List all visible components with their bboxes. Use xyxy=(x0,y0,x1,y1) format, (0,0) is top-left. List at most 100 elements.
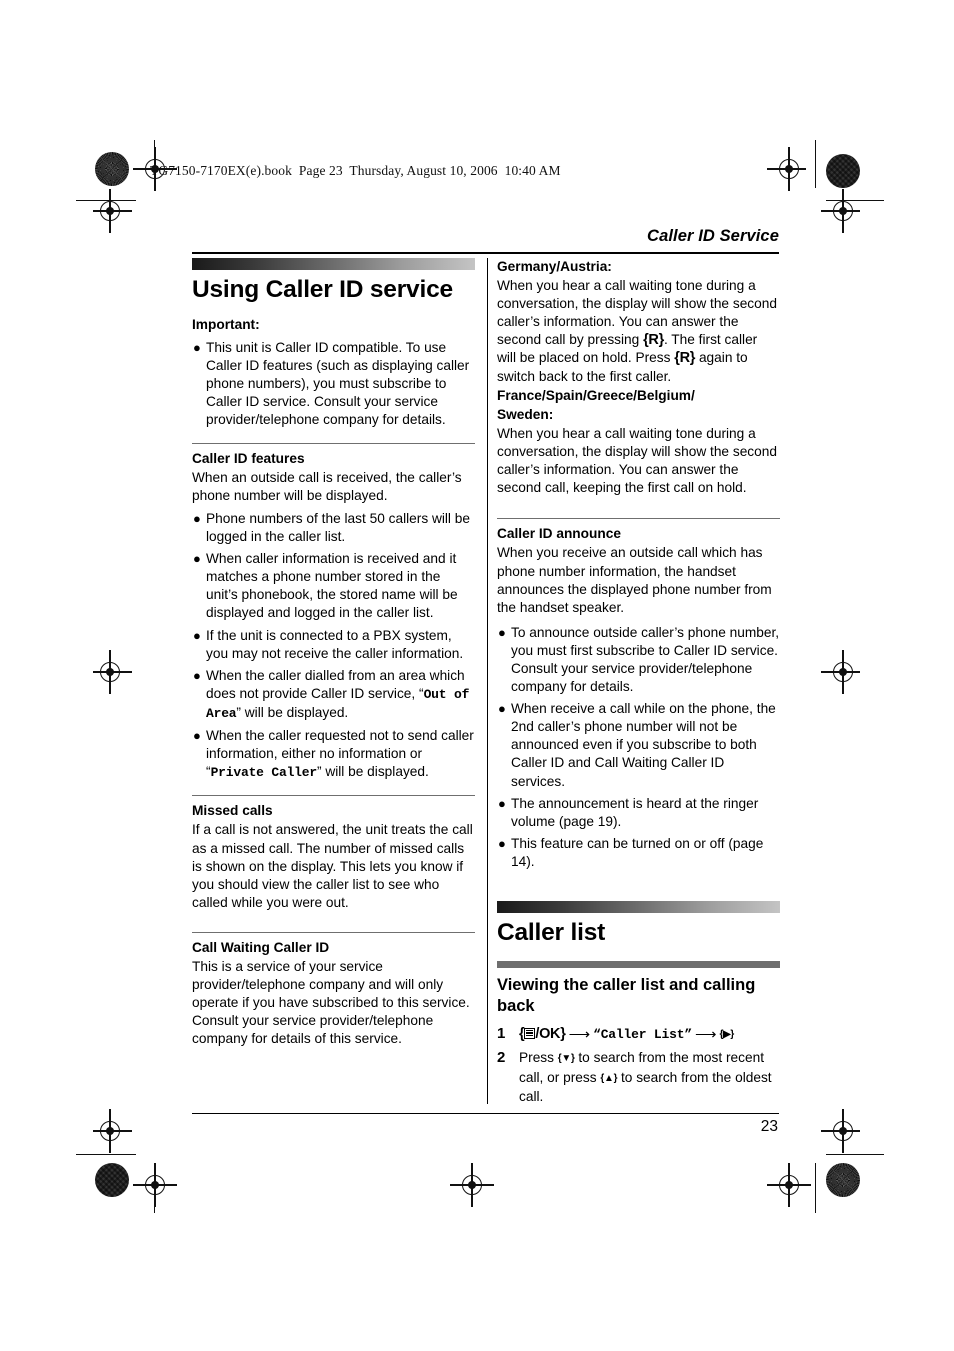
caller-list-subsection-title: Viewing the caller list and calling back xyxy=(497,976,756,1015)
important-heading: Important: xyxy=(192,317,260,332)
list-item: ● When the caller dialled from an area w… xyxy=(192,667,475,723)
registration-mark-bottom-right xyxy=(767,1163,811,1207)
header-rule xyxy=(192,252,779,254)
registration-mark-top-right xyxy=(767,147,806,191)
ok-key-label: /OK} xyxy=(535,1026,566,1042)
caller-id-features-intro: When an outside call is received, the ca… xyxy=(192,469,462,503)
important-bullet-list: ● This unit is Caller ID compatible. To … xyxy=(192,339,475,429)
subsection-bar xyxy=(497,961,780,968)
registration-mark-right-lower xyxy=(821,1109,860,1153)
list-item: ● When caller information is received an… xyxy=(192,550,475,622)
caller-id-announce-bullet-list: ● To announce outside caller’s phone num… xyxy=(497,624,780,871)
bullet-icon: ● xyxy=(498,624,506,640)
list-item-text: When receive a call while on the phone, … xyxy=(511,701,776,789)
france-group-body: When you hear a call waiting tone during… xyxy=(497,425,777,496)
list-item: ● When the caller requested not to send … xyxy=(192,727,475,782)
france-group-heading-line2: Sweden: xyxy=(497,406,554,422)
list-item: ● This feature can be turned on or off (… xyxy=(497,835,780,871)
footer-rule xyxy=(192,1113,779,1115)
book-file-info-line: TG7150-7170EX(e).book Page 23 Thursday, … xyxy=(150,163,561,178)
caller-id-announce-intro: When you receive an outside call which h… xyxy=(497,545,772,615)
germany-austria-body: When you hear a call waiting tone during… xyxy=(497,277,780,386)
halftone-circle-top-right xyxy=(826,154,860,188)
crop-line-top-right-vertical xyxy=(815,140,817,188)
france-group-heading-line1: France/Spain/Greece/Belgium/ xyxy=(497,387,695,403)
menu-icon xyxy=(524,1028,536,1039)
down-navigation-key: {▼} xyxy=(557,1053,575,1065)
list-item: ● To announce outside caller’s phone num… xyxy=(497,624,780,696)
bullet-icon: ● xyxy=(498,701,506,717)
call-waiting-caller-id-body: This is a service of your service provid… xyxy=(192,959,470,1047)
column-divider xyxy=(487,258,489,1104)
step-2-pre: Press xyxy=(519,1050,558,1066)
registration-mark-left-middle xyxy=(93,650,132,694)
arrow-right-icon-1: ⟶ xyxy=(568,1026,591,1043)
list-item-text-post: ” will be displayed. xyxy=(316,764,429,780)
up-navigation-key: {▲} xyxy=(600,1072,618,1084)
halftone-circle-bottom-left xyxy=(95,1163,129,1197)
registration-mark-left-upper xyxy=(93,189,132,233)
section-rule xyxy=(192,795,475,797)
menu-item-caller-list: Caller List xyxy=(600,1027,685,1042)
bullet-icon: ● xyxy=(193,667,201,683)
list-item: ● The announcement is heard at the ringe… xyxy=(497,795,780,831)
section-rule xyxy=(497,518,780,520)
registration-mark-right-upper xyxy=(821,189,860,233)
bullet-icon: ● xyxy=(193,510,201,526)
step-2: 2 Press {▼} to search from the most rece… xyxy=(497,1049,780,1106)
page-number: 23 xyxy=(760,1118,778,1135)
list-item: ● Phone numbers of the last 50 callers w… xyxy=(192,510,475,546)
list-item-text: This feature can be turned on or off (pa… xyxy=(511,835,764,869)
key-r-1: {R} xyxy=(643,332,664,349)
left-column: Using Caller ID service Important: ● Thi… xyxy=(192,258,475,1049)
list-item-text: The announcement is heard at the ringer … xyxy=(511,795,759,829)
bullet-icon: ● xyxy=(193,551,201,567)
caller-id-announce-heading: Caller ID announce xyxy=(497,526,621,542)
crop-line-bottom-right-horizontal xyxy=(826,1154,884,1156)
step-1: 1 {/OK} ⟶ “Caller List” ⟶ {▶} xyxy=(497,1025,780,1044)
list-item-text: Phone numbers of the last 50 callers wil… xyxy=(206,510,471,545)
missed-calls-heading: Missed calls xyxy=(192,803,273,819)
registration-mark-bottom-left xyxy=(133,1163,177,1207)
bullet-icon: ● xyxy=(193,727,201,743)
step-number: 2 xyxy=(497,1049,506,1067)
quote-close: ” xyxy=(684,1027,692,1042)
crop-line-bottom-right-vertical xyxy=(815,1163,817,1213)
list-item-text: If the unit is connected to a PBX system… xyxy=(206,627,464,661)
list-item: ● If the unit is connected to a PBX syst… xyxy=(192,627,475,663)
section-rule xyxy=(192,931,475,933)
arrow-right-icon-2: ⟶ xyxy=(694,1026,717,1043)
section-rule xyxy=(192,442,475,444)
caller-list-gradient-bar xyxy=(497,901,780,913)
registration-mark-left-lower xyxy=(93,1109,132,1153)
list-item-text: To announce outside caller’s phone numbe… xyxy=(511,624,780,695)
running-head: Caller ID Service xyxy=(647,227,779,245)
step-number: 1 xyxy=(497,1025,506,1042)
halftone-circle-top-left xyxy=(95,152,129,186)
bullet-icon: ● xyxy=(498,835,506,851)
call-waiting-caller-id-heading: Call Waiting Caller ID xyxy=(192,940,330,955)
right-column: Germany/Austria: When you hear a call wa… xyxy=(497,258,780,1112)
list-item-text: This unit is Caller ID compatible. To us… xyxy=(206,340,470,428)
registration-mark-right-middle xyxy=(821,650,860,694)
list-item: ● This unit is Caller ID compatible. To … xyxy=(192,339,475,429)
caller-id-features-heading: Caller ID features xyxy=(192,450,305,466)
page-title: Using Caller ID service xyxy=(192,276,453,303)
section-gradient-bar xyxy=(192,258,475,270)
bullet-icon: ● xyxy=(498,795,506,811)
list-item-text: When caller information is received and … xyxy=(206,551,458,621)
list-item: ● When receive a call while on the phone… xyxy=(497,700,780,790)
missed-calls-body: If a call is not answered, the unit trea… xyxy=(192,822,473,910)
germany-austria-heading: Germany/Austria: xyxy=(497,259,612,274)
list-item-text-post: ” will be displayed. xyxy=(236,704,349,720)
right-navigation-key: {▶} xyxy=(719,1029,735,1040)
halftone-circle-bottom-right xyxy=(826,1163,860,1197)
crop-line-bottom-left-horizontal xyxy=(76,1154,136,1156)
display-string-private-caller: Private Caller xyxy=(210,765,318,781)
caller-list-title: Caller list xyxy=(497,919,606,946)
bullet-icon: ● xyxy=(193,340,201,356)
caller-list-steps: 1 {/OK} ⟶ “Caller List” ⟶ {▶} 2 Press {▼} to… xyxy=(497,1025,780,1107)
registration-mark-bottom-center xyxy=(450,1163,494,1207)
caller-id-features-bullet-list: ● Phone numbers of the last 50 callers w… xyxy=(192,510,475,782)
quote-open: “ xyxy=(593,1027,601,1042)
